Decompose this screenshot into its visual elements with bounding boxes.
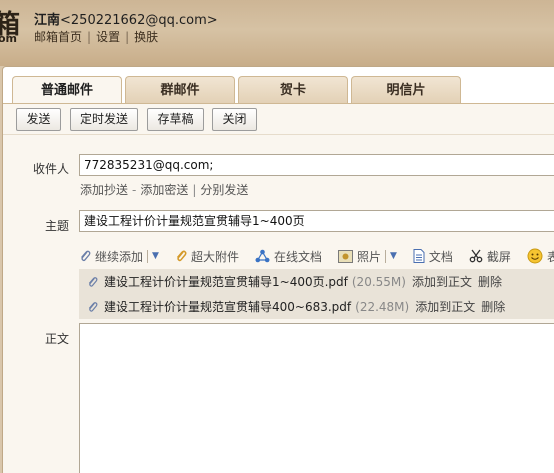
- document-icon: [413, 249, 425, 263]
- chevron-down-icon[interactable]: ▼: [152, 251, 159, 261]
- delete-attachment-link[interactable]: 删除: [478, 273, 502, 290]
- tab-postcard[interactable]: 明信片: [351, 76, 461, 103]
- nav-separator: |: [87, 30, 92, 44]
- send-button[interactable]: 发送: [16, 108, 61, 131]
- paperclip-icon: [88, 276, 98, 287]
- scheduled-send-button[interactable]: 定时发送: [70, 108, 138, 131]
- divider: [384, 249, 386, 263]
- document-label: 文档: [428, 249, 453, 264]
- link-bar: |: [192, 183, 197, 197]
- chevron-down-icon[interactable]: ▼: [390, 251, 397, 261]
- photo-icon: [337, 249, 353, 263]
- add-bcc-link[interactable]: 添加密送: [140, 183, 188, 197]
- screenshot-button[interactable]: 截屏: [469, 248, 511, 265]
- emoji-button[interactable]: 表: [527, 248, 554, 265]
- attachment-name: 建设工程计价计量规范宣贯辅导1~400页.pdf: [104, 275, 348, 289]
- attachment-size: (20.55M): [351, 274, 406, 289]
- compose-tabs: 普通邮件 群邮件 贺卡 明信片: [12, 76, 464, 104]
- logo-sub: om: [0, 32, 18, 45]
- online-doc-label: 在线文档: [273, 249, 322, 264]
- document-button[interactable]: 文档: [413, 248, 453, 265]
- change-skin-link[interactable]: 换肤: [134, 30, 158, 44]
- subject-label: 主题: [44, 219, 69, 233]
- user-email: <250221662@qq.com>: [60, 13, 218, 28]
- tab-normal-mail[interactable]: 普通邮件: [12, 76, 122, 103]
- paperclip-icon: [88, 301, 98, 312]
- compose-form: 收件人 772835231@qq.com; 添加抄送 - 添加密送 | 分别发送 主题 …: [3, 135, 554, 473]
- tab-group-mail[interactable]: 群邮件: [125, 76, 235, 103]
- nav-separator: |: [125, 30, 130, 44]
- paperclip-icon: [81, 250, 91, 262]
- recipient-label: 收件人: [32, 162, 69, 176]
- save-draft-button[interactable]: 存草稿: [147, 108, 204, 131]
- attachment-size: (22.48M): [355, 299, 410, 314]
- emoji-label: 表: [546, 249, 554, 264]
- recipient-input[interactable]: 772835231@qq.com;: [79, 154, 554, 176]
- body-label: 正文: [44, 332, 69, 346]
- recipient-options: 添加抄送 - 添加密送 | 分别发送: [80, 181, 248, 198]
- add-cc-link[interactable]: 添加抄送: [80, 183, 128, 197]
- share-nodes-icon: [255, 249, 270, 263]
- settings-link[interactable]: 设置: [96, 30, 120, 44]
- compose-toolbar: 发送 定时发送 存草稿 关闭: [3, 103, 554, 135]
- attachment-list: 建设工程计价计量规范宣贯辅导1~400页.pdf (20.55M) 添加到正文 …: [79, 269, 554, 319]
- large-attachment-button[interactable]: 超大附件: [175, 248, 239, 265]
- compose-panel: 普通邮件 群邮件 贺卡 明信片 发送 定时发送 存草稿 关闭 收件人 77283…: [2, 66, 554, 473]
- tab-greeting-card[interactable]: 贺卡: [238, 76, 348, 103]
- delete-attachment-link[interactable]: 删除: [481, 298, 505, 315]
- link-dash: -: [132, 183, 137, 197]
- online-doc-button[interactable]: 在线文档: [255, 248, 322, 265]
- add-to-body-link[interactable]: 添加到正文: [412, 273, 472, 290]
- mailbox-home-link[interactable]: 邮箱首页: [34, 30, 82, 44]
- body-editor[interactable]: [79, 323, 554, 473]
- photo-label: 照片: [356, 249, 381, 264]
- split-send-link[interactable]: 分别发送: [200, 183, 248, 197]
- list-item: 建设工程计价计量规范宣贯辅导400~683.pdf (22.48M) 添加到正文…: [79, 294, 505, 319]
- close-button[interactable]: 关闭: [212, 108, 257, 131]
- photo-button[interactable]: 照片 ▼: [337, 248, 397, 265]
- screenshot-label: 截屏: [486, 249, 511, 264]
- attachment-toolbar: 继续添加 ▼ 超大附件 在线文档 照片 ▼ 文档 截屏 表: [79, 244, 554, 268]
- add-to-body-link[interactable]: 添加到正文: [415, 298, 475, 315]
- large-attachment-label: 超大附件: [190, 249, 239, 264]
- list-item: 建设工程计价计量规范宣贯辅导1~400页.pdf (20.55M) 添加到正文 …: [79, 269, 502, 294]
- user-info: 江南<250221662@qq.com>: [34, 9, 218, 28]
- large-attachment-icon: [176, 250, 187, 262]
- user-name: 江南: [34, 13, 61, 28]
- attachment-name: 建设工程计价计量规范宣贯辅导400~683.pdf: [104, 300, 352, 314]
- smiley-icon: [527, 248, 543, 264]
- top-nav: 邮箱首页 | 设置 | 换肤: [34, 28, 158, 45]
- header: 箱 om 江南<250221662@qq.com> 邮箱首页 | 设置 | 换肤: [0, 0, 554, 66]
- divider: [147, 249, 149, 263]
- subject-input[interactable]: 建设工程计价计量规范宣贯辅导1~400页: [79, 210, 554, 232]
- continue-add-label: 继续添加: [95, 249, 144, 264]
- continue-add-button[interactable]: 继续添加 ▼: [79, 248, 159, 265]
- scissors-icon: [469, 249, 483, 263]
